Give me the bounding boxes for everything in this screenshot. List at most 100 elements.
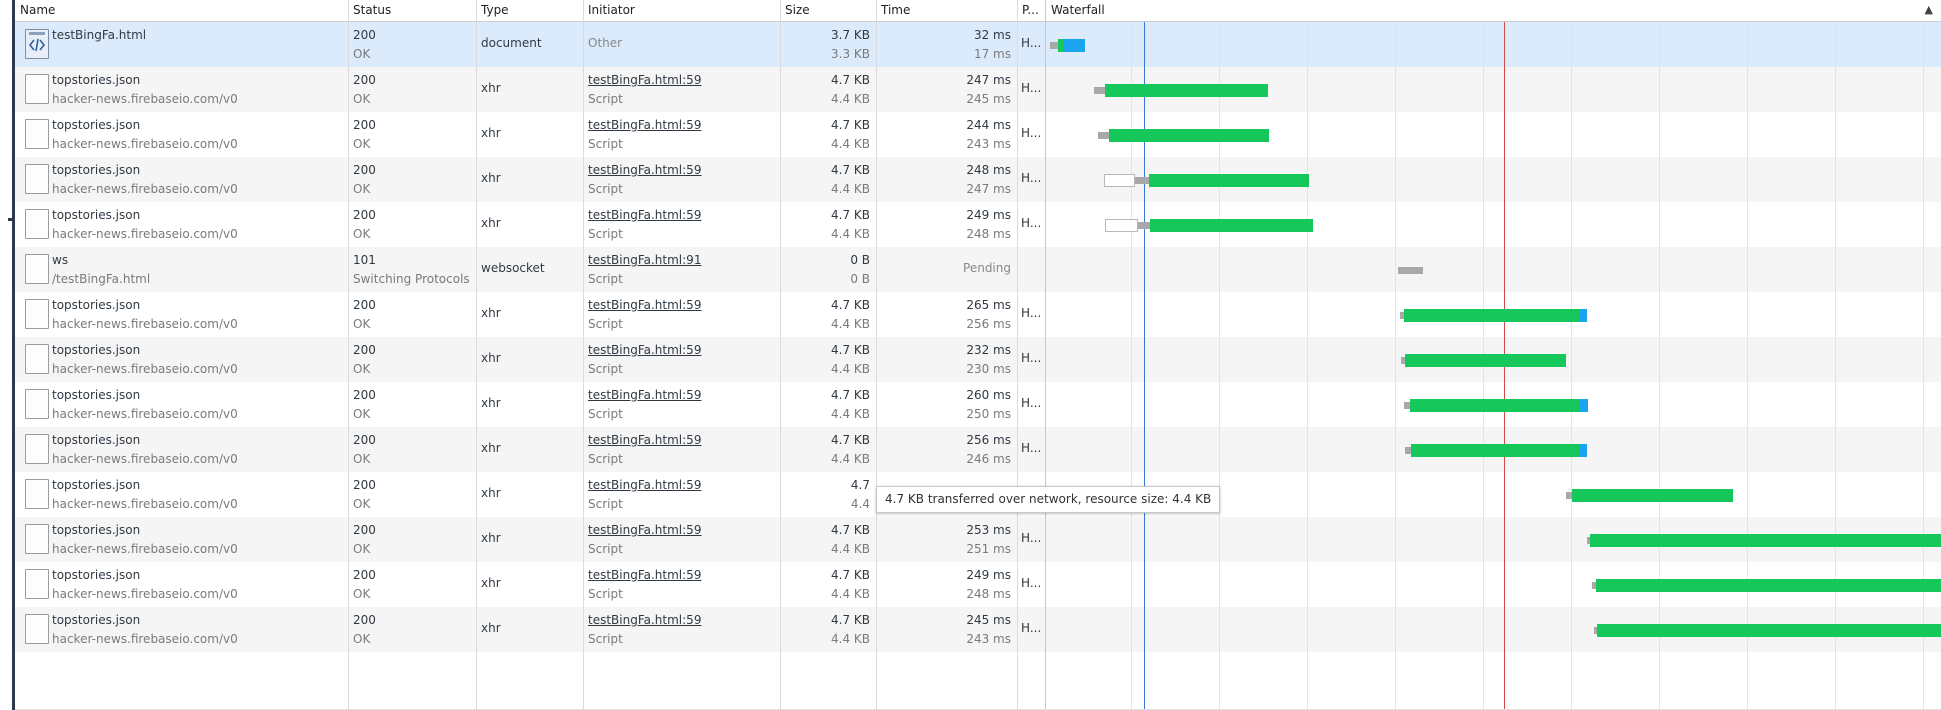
waterfall-bar-wait[interactable] bbox=[1590, 534, 1941, 547]
waterfall-bar-dl[interactable] bbox=[1063, 39, 1085, 52]
cell-protocol: H... bbox=[1017, 517, 1045, 562]
initiator-link[interactable]: testBingFa.html:59 bbox=[588, 343, 701, 357]
request-type: xhr bbox=[481, 531, 501, 545]
cell-time: 249 ms 248 ms bbox=[876, 202, 1017, 247]
waterfall-bar-wait[interactable] bbox=[1105, 84, 1268, 97]
transfer-size: 4.7 KB bbox=[831, 433, 870, 447]
resource-size: 3.3 KB bbox=[831, 47, 870, 61]
column-header-name[interactable]: Name bbox=[15, 0, 348, 21]
request-path: hacker-news.firebaseio.com/v0 bbox=[52, 542, 238, 556]
initiator-link[interactable]: testBingFa.html:59 bbox=[588, 523, 701, 537]
column-header-size[interactable]: Size bbox=[780, 0, 876, 21]
cell-name[interactable]: topstories.json hacker-news.firebaseio.co… bbox=[15, 292, 348, 337]
column-header-initiator[interactable]: Initiator bbox=[583, 0, 780, 21]
sort-ascending-icon[interactable]: ▲ bbox=[1925, 0, 1933, 20]
initiator-link[interactable]: testBingFa.html:59 bbox=[588, 568, 701, 582]
request-time: 260 ms bbox=[966, 388, 1011, 402]
waterfall-bar-wait[interactable] bbox=[1411, 444, 1579, 457]
initiator-link[interactable]: testBingFa.html:59 bbox=[588, 478, 701, 492]
cell-name[interactable]: topstories.json hacker-news.firebaseio.co… bbox=[15, 517, 348, 562]
initiator-link[interactable]: testBingFa.html:59 bbox=[588, 73, 701, 87]
column-divider[interactable] bbox=[876, 0, 877, 710]
initiator-type: Script bbox=[588, 227, 623, 241]
column-divider[interactable] bbox=[348, 0, 349, 710]
request-type: xhr bbox=[481, 396, 501, 410]
request-name: topstories.json bbox=[52, 568, 141, 582]
initiator-link[interactable]: testBingFa.html:91 bbox=[588, 253, 701, 267]
initiator-link[interactable]: testBingFa.html:59 bbox=[588, 433, 701, 447]
initiator-link[interactable]: testBingFa.html:59 bbox=[588, 118, 701, 132]
waterfall-bar-stall[interactable] bbox=[1135, 177, 1149, 184]
waterfall-bar-stall[interactable] bbox=[1094, 87, 1105, 94]
cell-name[interactable]: topstories.json hacker-news.firebaseio.co… bbox=[15, 157, 348, 202]
cell-name[interactable]: topstories.json hacker-news.firebaseio.co… bbox=[15, 337, 348, 382]
cell-name[interactable]: ws/testBingFa.html bbox=[15, 247, 348, 292]
status-text: OK bbox=[353, 47, 371, 61]
resource-size: 4.4 KB bbox=[831, 92, 870, 106]
column-divider[interactable] bbox=[1017, 0, 1018, 710]
cell-name[interactable]: topstories.json hacker-news.firebaseio.co… bbox=[15, 607, 348, 652]
column-divider[interactable] bbox=[476, 0, 477, 710]
column-header-type[interactable]: Type bbox=[476, 0, 583, 21]
file-icon bbox=[25, 164, 49, 194]
cell-name[interactable]: topstories.json hacker-news.firebaseio.co… bbox=[15, 67, 348, 112]
cell-protocol bbox=[1017, 247, 1045, 292]
waterfall-bar-wait[interactable] bbox=[1572, 489, 1733, 502]
waterfall-bar-wait[interactable] bbox=[1596, 579, 1941, 592]
waterfall-bar-dl[interactable] bbox=[1579, 444, 1587, 457]
column-header-waterfall[interactable]: Waterfall ▲ bbox=[1046, 0, 1941, 21]
waterfall-bar-wait[interactable] bbox=[1150, 219, 1313, 232]
status-text: OK bbox=[353, 542, 371, 556]
waterfall-bar-wait[interactable] bbox=[1597, 624, 1941, 637]
cell-status: 200 OK bbox=[348, 382, 476, 427]
timeline-gridline bbox=[1835, 22, 1836, 710]
cell-name[interactable]: topstories.json hacker-news.firebaseio.co… bbox=[15, 472, 348, 517]
waterfall-bar-wait[interactable] bbox=[1404, 309, 1579, 322]
column-header-time[interactable]: Time bbox=[876, 0, 1017, 21]
file-icon bbox=[25, 389, 49, 419]
waterfall-bar-wait[interactable] bbox=[1410, 399, 1579, 412]
cell-type: xhr bbox=[476, 427, 583, 472]
initiator-link[interactable]: testBingFa.html:59 bbox=[588, 613, 701, 627]
waterfall-bar-dl[interactable] bbox=[1579, 399, 1588, 412]
waterfall-bar-queue[interactable] bbox=[1105, 219, 1138, 232]
cell-type: xhr bbox=[476, 472, 583, 517]
transfer-size: 4.7 KB bbox=[831, 568, 870, 582]
column-header-status[interactable]: Status bbox=[348, 0, 476, 21]
waterfall-bar-wait[interactable] bbox=[1149, 174, 1309, 187]
request-latency: 256 ms bbox=[966, 317, 1011, 331]
transfer-size: 4.7 KB bbox=[831, 523, 870, 537]
resource-size: 4.4 KB bbox=[831, 632, 870, 646]
initiator-type: Script bbox=[588, 92, 623, 106]
cell-name[interactable]: topstories.json hacker-news.firebaseio.co… bbox=[15, 562, 348, 607]
initiator-type: Script bbox=[588, 632, 623, 646]
cell-size: 3.7 KB 3.3 KB bbox=[780, 22, 876, 67]
waterfall-bar-stall[interactable] bbox=[1398, 267, 1423, 274]
request-name: topstories.json bbox=[52, 433, 141, 447]
request-protocol: H... bbox=[1021, 396, 1042, 410]
initiator-link[interactable]: testBingFa.html:59 bbox=[588, 298, 701, 312]
column-header-protocol[interactable]: P... bbox=[1017, 0, 1045, 21]
cell-type: xhr bbox=[476, 382, 583, 427]
waterfall-bar-wait[interactable] bbox=[1405, 354, 1566, 367]
cell-name[interactable]: topstories.json hacker-news.firebaseio.co… bbox=[15, 202, 348, 247]
column-divider[interactable] bbox=[780, 0, 781, 710]
cell-name[interactable]: testBingFa.html bbox=[15, 22, 348, 67]
cell-name[interactable]: topstories.json hacker-news.firebaseio.co… bbox=[15, 382, 348, 427]
cell-size: 4.7 KB 4.4 KB bbox=[780, 157, 876, 202]
column-divider[interactable] bbox=[583, 0, 584, 710]
request-type: xhr bbox=[481, 171, 501, 185]
initiator-link[interactable]: testBingFa.html:59 bbox=[588, 163, 701, 177]
cell-name[interactable]: topstories.json hacker-news.firebaseio.co… bbox=[15, 112, 348, 157]
status-code: 200 bbox=[353, 118, 376, 132]
waterfall-bar-dl[interactable] bbox=[1579, 309, 1587, 322]
waterfall-bar-queue[interactable] bbox=[1104, 174, 1135, 187]
file-icon bbox=[25, 434, 49, 464]
waterfall-bar-wait[interactable] bbox=[1109, 129, 1269, 142]
initiator-link[interactable]: testBingFa.html:59 bbox=[588, 388, 701, 402]
cell-name[interactable]: topstories.json hacker-news.firebaseio.co… bbox=[15, 427, 348, 472]
initiator-link[interactable]: testBingFa.html:59 bbox=[588, 208, 701, 222]
cell-initiator: testBingFa.html:91 Script bbox=[583, 247, 780, 292]
waterfall-bar-stall[interactable] bbox=[1098, 132, 1109, 139]
waterfall-bar-stall[interactable] bbox=[1138, 222, 1150, 229]
